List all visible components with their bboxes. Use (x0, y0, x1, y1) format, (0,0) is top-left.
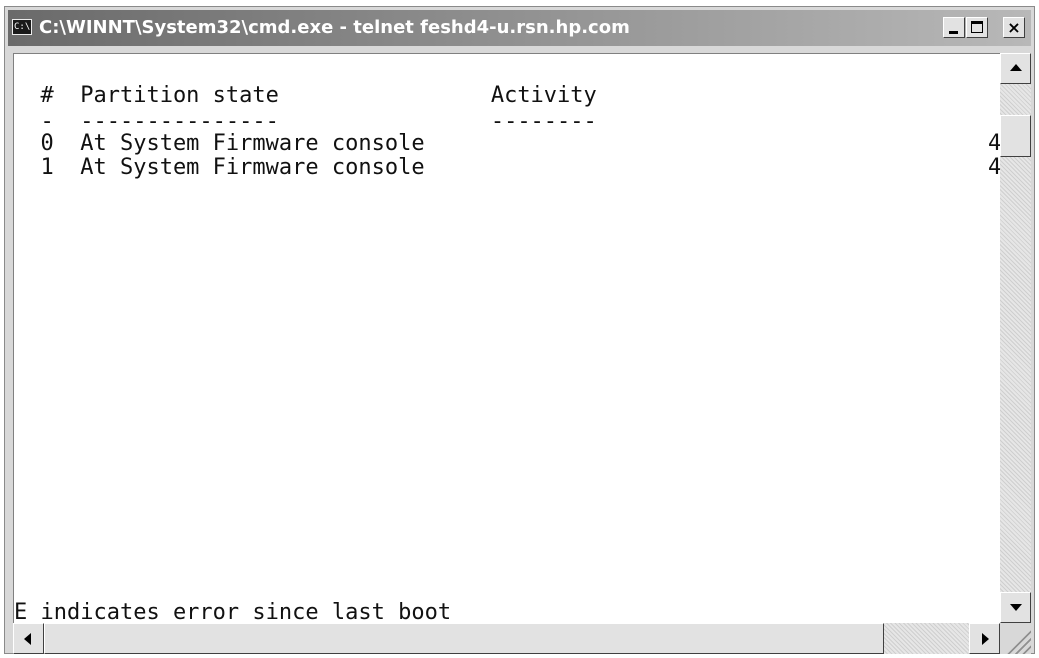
minimize-icon (949, 31, 958, 34)
close-icon: × (1007, 18, 1021, 37)
maximize-button[interactable] (966, 17, 988, 38)
window-title: C:\WINNT\System32\cmd.exe - telnet feshd… (39, 17, 630, 38)
partition-row-1: 1 At System Firmware console (14, 155, 425, 180)
scroll-down-button[interactable] (1000, 592, 1031, 623)
arrow-down-icon (1010, 604, 1022, 611)
horizontal-scroll-thumb[interactable] (44, 623, 884, 654)
arrow-left-icon (24, 633, 31, 645)
column-header-line: # Partition state Activity (14, 83, 597, 108)
scroll-right-button[interactable] (969, 623, 1000, 654)
title-bar[interactable]: C:\ C:\WINNT\System32\cmd.exe - telnet f… (8, 10, 1031, 46)
vertical-scroll-thumb[interactable] (1000, 115, 1031, 157)
legend-line: E indicates error since last boot (14, 600, 452, 625)
horizontal-scrollbar[interactable] (13, 623, 1000, 654)
vertical-scrollbar[interactable] (1000, 53, 1031, 623)
arrow-right-icon (982, 633, 989, 645)
resize-grip-icon[interactable] (1000, 623, 1031, 654)
arrow-up-icon (1010, 64, 1022, 71)
maximize-icon (971, 21, 983, 33)
cmd-icon[interactable]: C:\ (12, 19, 32, 35)
close-button[interactable]: × (1003, 17, 1025, 38)
console-window: C:\ C:\WINNT\System32\cmd.exe - telnet f… (4, 6, 1035, 654)
console-output[interactable]: # Partition state Activity - -----------… (13, 53, 1001, 624)
partition-row-0: 0 At System Firmware console (14, 131, 425, 156)
minimize-button[interactable] (943, 17, 965, 38)
scroll-up-button[interactable] (1000, 53, 1031, 84)
scroll-left-button[interactable] (13, 623, 44, 654)
